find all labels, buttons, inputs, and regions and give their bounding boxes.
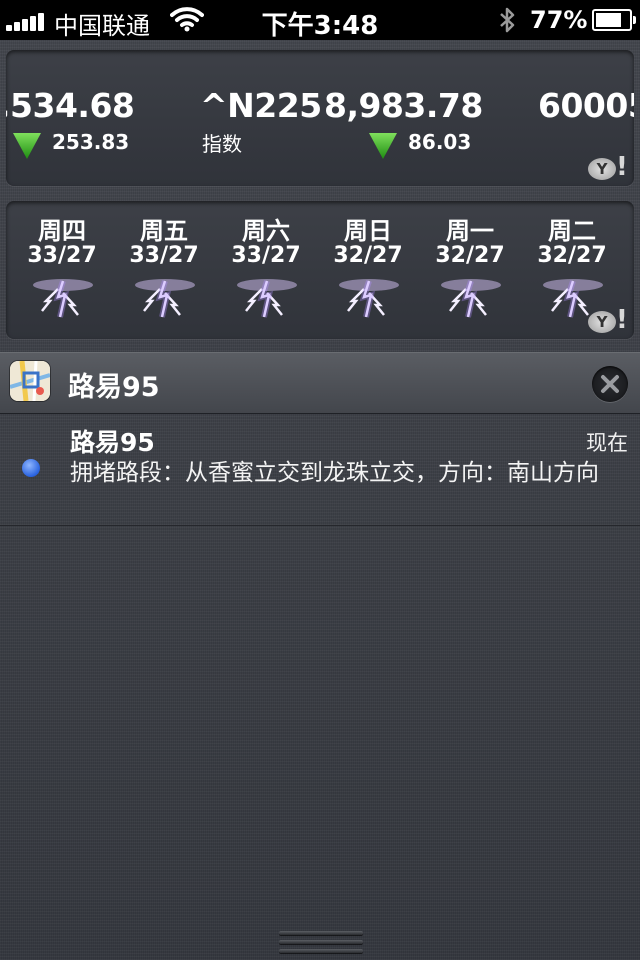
down-arrow-icon	[13, 133, 41, 159]
status-bar: 中国联通 下午3:48 77%	[0, 0, 640, 41]
unread-dot	[22, 459, 40, 477]
thunderstorm-icon	[441, 279, 501, 318]
day-temperature: 32/27	[537, 243, 607, 268]
battery-level	[596, 13, 621, 27]
notification-item[interactable]: 路易95 现在 拥堵路段：从香蜜立交到龙珠立交，方向：南山方向	[0, 413, 640, 526]
weather-widget[interactable]: 周四 33/27 周五 33/27 周六 33/27 周日 32/27 周一 3…	[6, 201, 634, 339]
stock-item[interactable]: ,534.68 253.83	[6, 86, 135, 159]
day-temperature: 32/27	[435, 243, 505, 268]
thunderstorm-icon	[237, 279, 297, 318]
day-name: 周五	[140, 217, 188, 245]
close-icon	[601, 375, 619, 393]
map-app-icon[interactable]	[10, 361, 50, 401]
day-temperature: 33/27	[129, 243, 199, 268]
notification-time: 现在	[586, 431, 628, 455]
day-temperature: 33/27	[27, 243, 97, 268]
thunderstorm-icon	[339, 279, 399, 318]
day-name: 周日	[344, 217, 392, 245]
stock-label: 指数	[202, 132, 242, 156]
stock-item[interactable]: ^N225 指数	[200, 86, 322, 156]
stock-item[interactable]: 8,983.78 86.03	[324, 86, 483, 159]
stock-value: ,534.68	[6, 86, 135, 125]
thunderstorm-icon	[135, 279, 195, 318]
stock-symbol: ^N225	[200, 86, 322, 125]
battery-percentage: 77%	[530, 6, 588, 34]
day-temperature: 33/27	[231, 243, 301, 268]
stocks-widget[interactable]: ,534.68 253.83 ^N225 指数 8,983.78 86.03 6…	[6, 50, 634, 186]
stock-change-value: 86.03	[408, 130, 472, 154]
day-temperature: 32/27	[333, 243, 403, 268]
stock-change-value: 253.83	[52, 130, 130, 154]
down-arrow-icon	[369, 133, 397, 159]
yahoo-icon[interactable]: Y!	[588, 305, 628, 335]
app-name: 路易95	[68, 372, 160, 403]
day-name: 周六	[242, 217, 290, 245]
stock-value: 60005	[538, 86, 634, 125]
day-name: 周一	[446, 217, 494, 245]
yahoo-icon[interactable]: Y!	[588, 152, 628, 182]
stock-item[interactable]: 60005	[538, 86, 634, 125]
clear-notifications-button[interactable]	[592, 366, 628, 402]
battery-icon	[592, 9, 636, 31]
day-name: 周二	[548, 217, 596, 245]
notification-body: 拥堵路段：从香蜜立交到龙珠立交，方向：南山方向	[70, 460, 599, 486]
day-name: 周四	[38, 217, 86, 245]
thunderstorm-icon	[33, 279, 93, 318]
stock-value: 8,983.78	[324, 86, 483, 125]
bluetooth-icon	[498, 6, 516, 38]
notification-title: 路易95	[70, 428, 155, 457]
pull-handle[interactable]	[279, 926, 363, 960]
notification-app-header[interactable]: 路易95	[0, 352, 640, 414]
